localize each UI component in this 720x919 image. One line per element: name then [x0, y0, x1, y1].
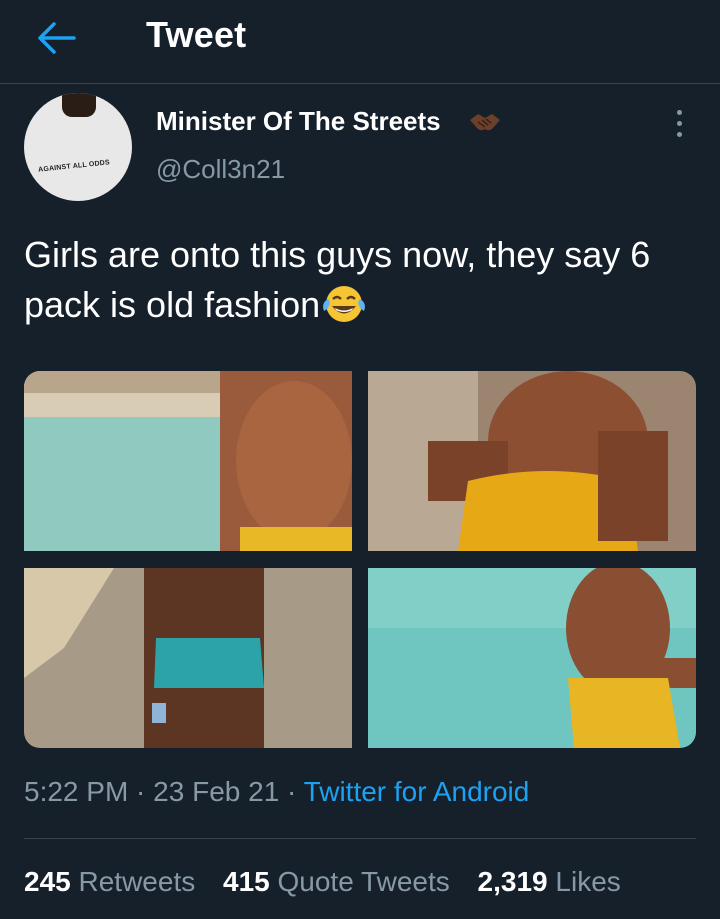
arrow-left-icon — [38, 22, 76, 54]
author-display-name[interactable]: Minister Of The Streets — [156, 106, 441, 137]
tweet-stats: 245 Retweets 415 Quote Tweets 2,319 Like… — [24, 866, 641, 898]
quote-tweets-count: 415 — [223, 866, 270, 897]
avatar-head — [62, 93, 96, 117]
divider — [24, 838, 696, 839]
quote-tweets-stat[interactable]: 415 Quote Tweets — [223, 866, 450, 898]
more-options-button[interactable] — [666, 106, 694, 142]
back-button[interactable] — [34, 18, 78, 58]
tweet-source-link[interactable]: Twitter for Android — [304, 776, 530, 807]
avatar[interactable]: AGAINST ALL ODDS — [24, 93, 132, 201]
beach-photo-4 — [368, 568, 696, 748]
face-with-tears-of-joy-icon — [323, 286, 366, 322]
tweet-photo-4[interactable] — [368, 568, 696, 748]
retweets-count: 245 — [24, 866, 71, 897]
likes-label: Likes — [555, 866, 621, 897]
likes-count: 2,319 — [477, 866, 548, 897]
retweets-stat[interactable]: 245 Retweets — [24, 866, 195, 898]
avatar-shirt-text: AGAINST ALL ODDS — [37, 159, 111, 174]
quote-tweets-label: Quote Tweets — [277, 866, 450, 897]
dot-icon — [677, 121, 682, 126]
beach-photo-1 — [24, 371, 352, 551]
meta-separator: · — [279, 776, 304, 807]
beach-photo-3 — [24, 568, 352, 748]
likes-stat[interactable]: 2,319 Likes — [478, 866, 621, 898]
tweet-date: 23 Feb 21 — [153, 776, 280, 807]
top-bar: Tweet — [0, 0, 720, 84]
page-title: Tweet — [146, 14, 247, 55]
tweet-photo-1[interactable] — [24, 371, 352, 551]
meta-separator: · — [128, 776, 154, 807]
beach-photo-2 — [368, 371, 696, 551]
tweet-photo-3[interactable] — [24, 568, 352, 748]
tweet-meta: 5:22 PM · 23 Feb 21 · Twitter for Androi… — [24, 776, 529, 808]
author-handle[interactable]: @Coll3n21 — [156, 154, 285, 185]
tweet-photo-2[interactable] — [368, 371, 696, 551]
tweet-time: 5:22 PM — [24, 776, 129, 807]
dot-icon — [677, 132, 682, 137]
dot-icon — [677, 110, 682, 115]
tweet-text: Girls are onto this guys now, they say 6… — [24, 230, 696, 330]
retweets-label: Retweets — [78, 866, 196, 897]
handshake-icon — [470, 114, 500, 131]
